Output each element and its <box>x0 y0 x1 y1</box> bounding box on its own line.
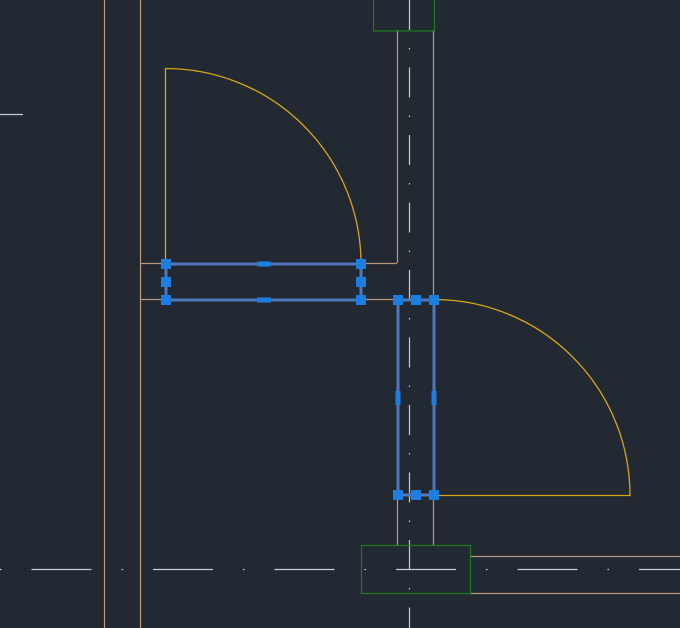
door-panel-vertical[interactable] <box>396 298 436 497</box>
grip-square[interactable] <box>356 277 366 287</box>
grip-square[interactable] <box>429 490 439 500</box>
cad-drawing-canvas[interactable] <box>0 0 680 628</box>
grip-square[interactable] <box>393 490 403 500</box>
grip-square[interactable] <box>161 259 171 269</box>
grip-midpoint[interactable] <box>395 391 401 405</box>
column-box-top <box>372 0 436 32</box>
wall-lines <box>103 0 680 628</box>
grip-square[interactable] <box>393 295 403 305</box>
door-panel-horizontal[interactable] <box>164 262 363 302</box>
grip-square[interactable] <box>429 295 439 305</box>
grip-square[interactable] <box>161 277 171 287</box>
grip-midpoint[interactable] <box>431 391 437 405</box>
grip-square[interactable] <box>356 295 366 305</box>
grip-midpoint[interactable] <box>257 297 271 303</box>
door-swing-arc-upper <box>164 67 362 265</box>
grip-square[interactable] <box>411 490 421 500</box>
grip-midpoint[interactable] <box>257 261 271 267</box>
door-swing-arc-lower <box>433 298 631 497</box>
centerlines <box>0 0 680 628</box>
grip-square[interactable] <box>356 259 366 269</box>
grip-square[interactable] <box>161 295 171 305</box>
grip-square[interactable] <box>411 295 421 305</box>
